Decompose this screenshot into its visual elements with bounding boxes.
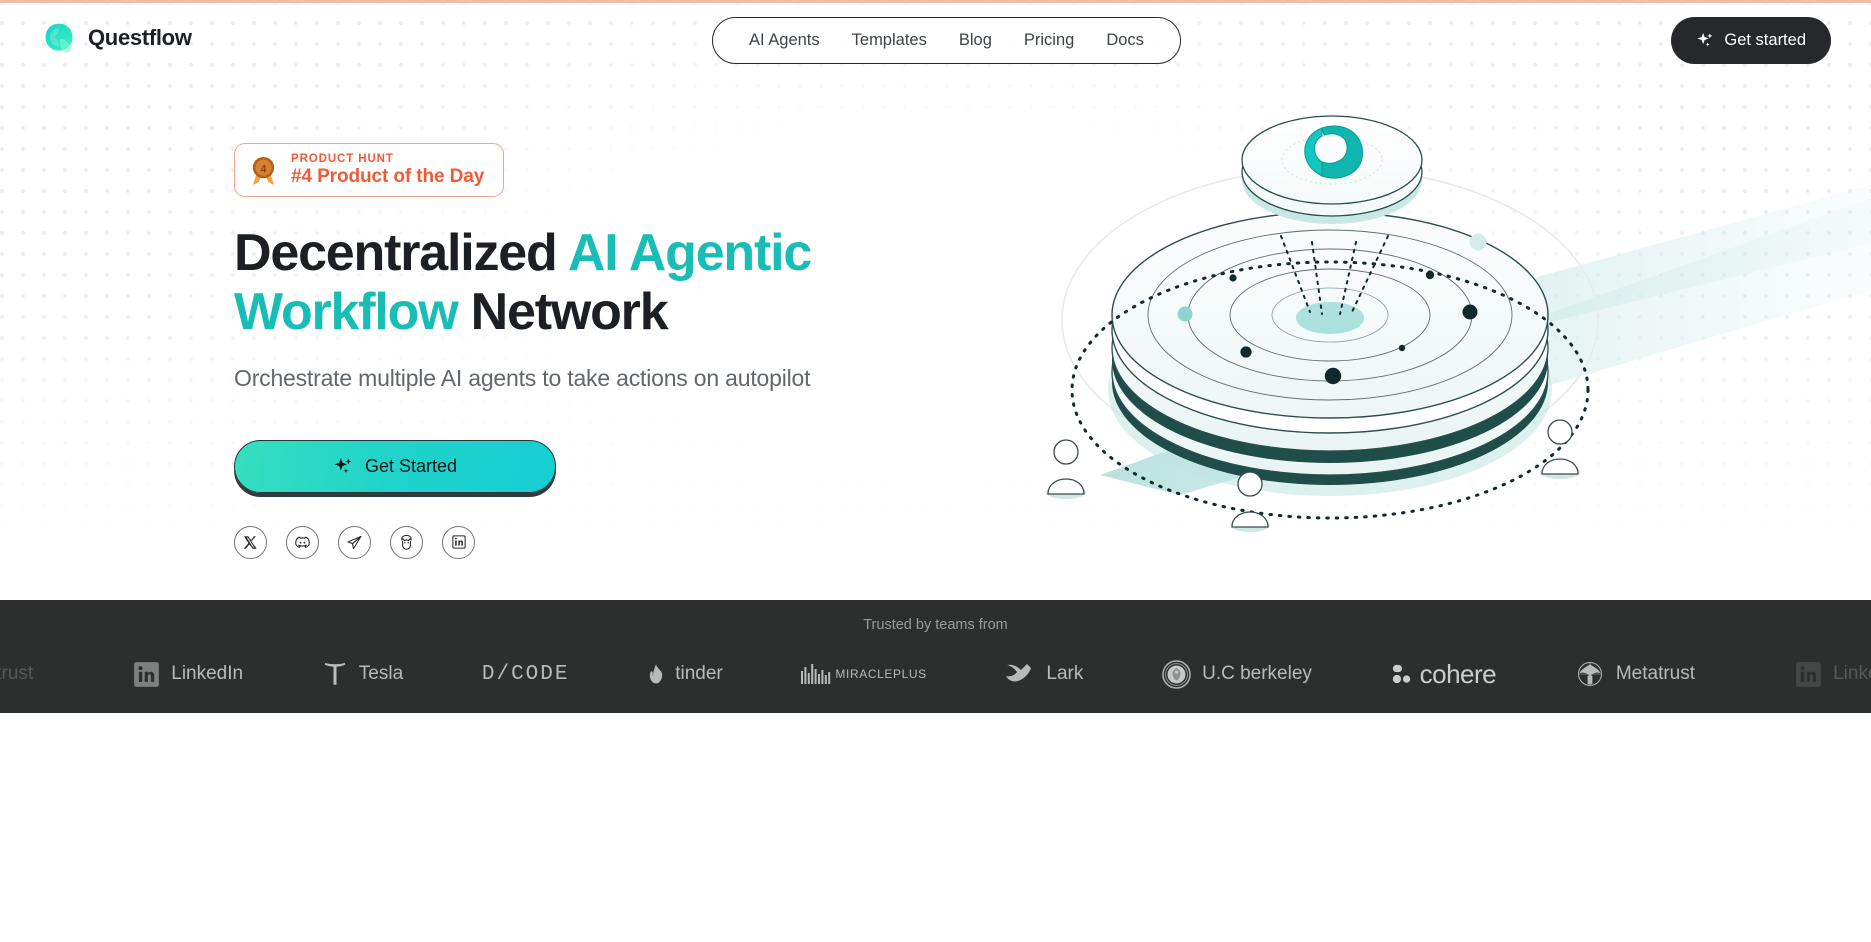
partner-logo-metatrust-left[interactable]: Metatrust [0,648,94,700]
hero-subtitle: Orchestrate multiple AI agents to take a… [234,364,811,391]
social-link-discord[interactable] [286,525,319,559]
brand-logo[interactable]: Questflow [41,20,192,56]
nav-item-pricing[interactable]: Pricing [1012,25,1086,56]
svg-text:4: 4 [261,163,267,175]
trusted-by-section: Trusted by teams from Metatrust LinkedIn [0,600,1871,713]
product-hunt-kicker: PRODUCT HUNT [291,153,394,165]
partner-logo-label: Tesla [358,663,404,684]
partner-logo-miracleplus[interactable]: MIRACLEPLUS [762,648,966,700]
partner-logo-uc-berkeley[interactable]: U.C berkeley [1123,648,1352,700]
linkedin-icon [451,535,466,549]
cohere-icon [1392,664,1410,684]
page-title: Decentralized AI Agentic Workflow Networ… [234,224,934,343]
farcaster-icon [401,534,412,550]
header-get-started-label: Get started [1724,31,1806,49]
tinder-flame-icon [650,664,663,684]
partner-logo-label: tinder [675,663,723,684]
main-nav: AI Agents Templates Blog Pricing Docs [712,17,1181,64]
partner-logo-label: Lark [1046,663,1084,684]
hero-section: 4 PRODUCT HUNT #4 Product of the Day Dec… [0,0,1871,600]
partner-logo-lark[interactable]: Lark [966,648,1123,700]
nav-item-templates[interactable]: Templates [840,25,939,56]
partner-logo-dcode[interactable]: D/CODE [443,648,609,700]
partner-logo-tinder[interactable]: tinder [609,648,762,700]
partner-logo-linkedin-right[interactable]: LinkedIn [1734,648,1871,700]
linkedin-square-icon [1796,661,1821,687]
partner-logo-label: Metatrust [1615,663,1696,684]
product-hunt-title: #4 Product of the Day [291,165,485,187]
header-get-started-button[interactable]: Get started [1671,17,1831,64]
partner-logo-label: Metatrust [0,663,34,684]
linkedin-square-icon [134,661,160,687]
questflow-logo-icon [45,23,73,53]
hero-illustration [1046,115,1599,532]
page-root: 4 PRODUCT HUNT #4 Product of the Day Dec… [0,0,1871,942]
x-twitter-icon [243,535,257,549]
brand-name: Questflow [88,25,192,50]
product-hunt-badge[interactable]: 4 PRODUCT HUNT #4 Product of the Day [234,143,505,198]
trusted-by-label: Trusted by teams from [863,617,1008,633]
sparkles-icon [1697,32,1713,47]
hero-copy: 4 PRODUCT HUNT #4 Product of the Day Dec… [234,143,994,559]
nav-item-ai-agents[interactable]: AI Agents [737,25,832,56]
partner-logo-row: Metatrust LinkedIn Tesla D/CODE [0,648,1871,700]
nav-item-docs[interactable]: Docs [1094,25,1156,56]
lark-bird-icon [1006,664,1032,682]
sparkles-icon [334,457,352,473]
partner-logo-linkedin[interactable]: LinkedIn [94,648,283,700]
partner-logo-label: cohere [1419,658,1497,689]
get-started-button-label: Get Started [364,455,458,476]
dcode-wordmark-icon: D/CODE [481,662,570,686]
social-link-linkedin[interactable] [442,525,475,559]
partner-logo-label: U.C berkeley [1202,663,1312,684]
partner-logo-cohere[interactable]: cohere [1351,648,1535,700]
partner-logo-tesla[interactable]: Tesla [282,648,442,700]
telegram-icon [347,535,362,549]
top-accent-line [0,0,1871,3]
social-links [234,525,994,559]
social-link-telegram[interactable] [338,525,371,559]
headline-part-1: Decentralized [234,224,568,283]
partner-logo-label: MIRACLEPLUS [835,667,927,681]
miracleplus-bars-icon [801,664,831,684]
partner-logo-label: LinkedIn [171,663,244,684]
get-started-button[interactable]: Get Started [234,439,556,493]
partner-logo-label: LinkedIn [1833,663,1871,684]
product-hunt-medal-icon: 4 [252,156,275,185]
uc-berkeley-seal-icon [1162,659,1191,689]
nav-item-blog[interactable]: Blog [947,25,1004,56]
tesla-icon [324,662,346,685]
headline-part-2: Network [457,283,669,342]
social-link-x-twitter[interactable] [234,525,267,559]
discord-icon [295,536,310,548]
site-header: Questflow AI Agents Templates Blog Prici… [0,0,1871,82]
partner-logo-metatrust[interactable]: Metatrust [1535,648,1734,700]
metatrust-eagle-icon [1577,662,1602,686]
social-link-farcaster[interactable] [390,525,423,559]
